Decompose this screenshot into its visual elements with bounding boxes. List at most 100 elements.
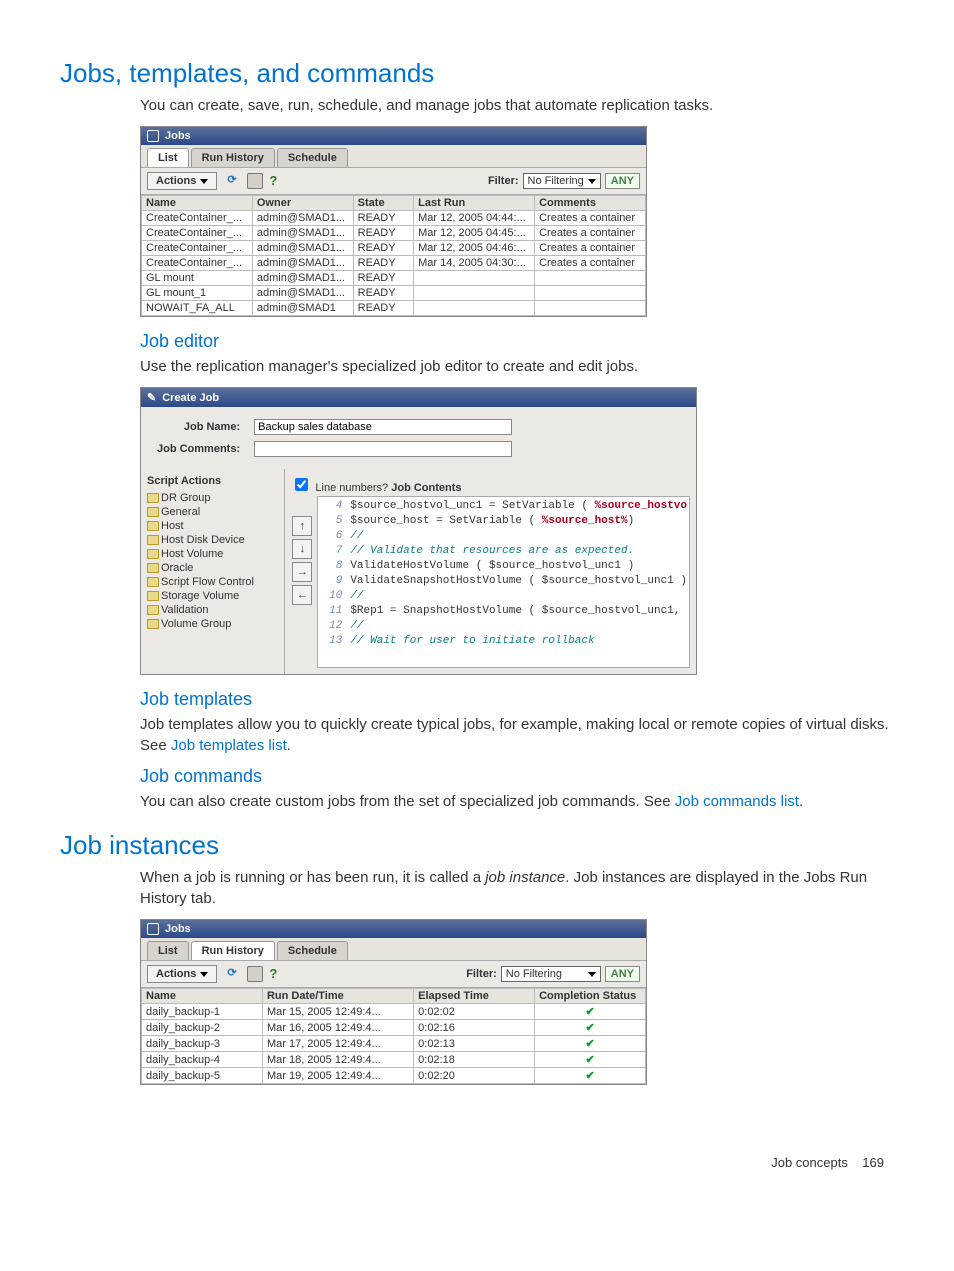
folder-item[interactable]: Validation bbox=[147, 603, 278, 617]
table-cell: Mar 19, 2005 12:49:4... bbox=[262, 1068, 413, 1084]
any-button[interactable]: ANY bbox=[605, 173, 640, 189]
table-cell: ✔ bbox=[535, 1004, 646, 1020]
move-down-button[interactable]: ↓ bbox=[292, 539, 312, 559]
table-row[interactable]: CreateContainer_...admin@SMAD1...READYMa… bbox=[142, 241, 646, 256]
filter-label: Filter: bbox=[466, 968, 497, 980]
table-cell: 0:02:20 bbox=[414, 1068, 535, 1084]
table-cell: ✔ bbox=[535, 1052, 646, 1068]
chevron-down-icon bbox=[200, 179, 208, 184]
folder-item[interactable]: Oracle bbox=[147, 561, 278, 575]
folder-item[interactable]: DR Group bbox=[147, 491, 278, 505]
column-header[interactable]: Owner bbox=[252, 196, 353, 211]
table-cell: NOWAIT_FA_ALL bbox=[142, 301, 253, 316]
check-icon: ✔ bbox=[585, 1006, 594, 1018]
hist-toolbar: Actions ⟳ ? Filter: No Filtering ANY bbox=[141, 961, 646, 988]
folder-item[interactable]: Storage Volume bbox=[147, 589, 278, 603]
refresh-icon[interactable]: ⟳ bbox=[227, 173, 241, 187]
jobs-tabs: List Run History Schedule bbox=[141, 145, 646, 168]
check-icon: ✔ bbox=[585, 1054, 594, 1066]
line-numbers-input[interactable] bbox=[295, 478, 308, 491]
column-header[interactable]: Run Date/Time bbox=[262, 989, 413, 1004]
actions-button[interactable]: Actions bbox=[147, 172, 217, 190]
line-number: 13 bbox=[318, 634, 342, 649]
tab-schedule[interactable]: Schedule bbox=[277, 148, 348, 167]
job-name-input[interactable] bbox=[254, 419, 512, 435]
table-row[interactable]: daily_backup-1Mar 15, 2005 12:49:4...0:0… bbox=[142, 1004, 646, 1020]
code-editor[interactable]: 45678910111213 $source_hostvol_unc1 = Se… bbox=[317, 496, 690, 668]
line-number: 12 bbox=[318, 619, 342, 634]
table-row[interactable]: CreateContainer_...admin@SMAD1...READYMa… bbox=[142, 211, 646, 226]
para-instances: When a job is running or has been run, i… bbox=[140, 867, 894, 909]
folder-item[interactable]: Volume Group bbox=[147, 617, 278, 631]
link-job-commands-list[interactable]: Job commands list bbox=[675, 793, 799, 810]
line-numbers-checkbox[interactable]: Line numbers? bbox=[291, 482, 391, 494]
refresh-icon[interactable]: ⟳ bbox=[227, 966, 241, 980]
print-icon[interactable] bbox=[247, 173, 263, 189]
column-header[interactable]: Name bbox=[142, 989, 263, 1004]
filter-value: No Filtering bbox=[506, 968, 562, 980]
table-cell: Creates a container bbox=[535, 241, 646, 256]
code-line: // bbox=[350, 529, 687, 544]
para-editor: Use the replication manager's specialize… bbox=[140, 356, 894, 377]
folder-item[interactable]: Host Disk Device bbox=[147, 533, 278, 547]
link-job-templates-list[interactable]: Job templates list bbox=[171, 737, 287, 754]
tab-run-history[interactable]: Run History bbox=[191, 148, 275, 167]
history-table: NameRun Date/TimeElapsed TimeCompletion … bbox=[141, 988, 646, 1084]
tab-run-history[interactable]: Run History bbox=[191, 941, 275, 960]
editor-icon: ✎ bbox=[147, 391, 156, 404]
column-header[interactable]: Elapsed Time bbox=[414, 989, 535, 1004]
table-cell: Mar 14, 2005 04:30:... bbox=[414, 256, 535, 271]
move-left-button[interactable]: ← bbox=[292, 585, 312, 605]
table-cell: daily_backup-4 bbox=[142, 1052, 263, 1068]
inst-text-italic: job instance bbox=[485, 869, 565, 886]
tab-schedule[interactable]: Schedule bbox=[277, 941, 348, 960]
job-comments-input[interactable] bbox=[254, 441, 512, 457]
table-row[interactable]: GL mount_1admin@SMAD1...READY bbox=[142, 286, 646, 301]
actions-button[interactable]: Actions bbox=[147, 965, 217, 983]
jobs-titlebar: Jobs bbox=[141, 127, 646, 145]
line-number: 7 bbox=[318, 544, 342, 559]
table-row[interactable]: CreateContainer_...admin@SMAD1...READYMa… bbox=[142, 256, 646, 271]
table-row[interactable]: daily_backup-3Mar 17, 2005 12:49:4...0:0… bbox=[142, 1036, 646, 1052]
print-icon[interactable] bbox=[247, 966, 263, 982]
tab-list[interactable]: List bbox=[147, 941, 189, 960]
table-row[interactable]: daily_backup-2Mar 16, 2005 12:49:4...0:0… bbox=[142, 1020, 646, 1036]
tab-list[interactable]: List bbox=[147, 148, 189, 167]
editor-titlebar: ✎ Create Job bbox=[141, 388, 696, 407]
column-header[interactable]: State bbox=[353, 196, 413, 211]
table-row[interactable]: CreateContainer_...admin@SMAD1...READYMa… bbox=[142, 226, 646, 241]
help-icon[interactable]: ? bbox=[269, 173, 283, 187]
table-cell: admin@SMAD1... bbox=[252, 256, 353, 271]
table-row[interactable]: NOWAIT_FA_ALLadmin@SMAD1READY bbox=[142, 301, 646, 316]
table-cell: READY bbox=[353, 211, 413, 226]
table-cell: admin@SMAD1... bbox=[252, 271, 353, 286]
move-up-button[interactable]: ↑ bbox=[292, 516, 312, 536]
column-header[interactable]: Last Run bbox=[414, 196, 535, 211]
table-cell: Creates a container bbox=[535, 226, 646, 241]
folder-item[interactable]: Host bbox=[147, 519, 278, 533]
column-header[interactable]: Comments bbox=[535, 196, 646, 211]
folder-item[interactable]: Script Flow Control bbox=[147, 575, 278, 589]
line-number: 11 bbox=[318, 604, 342, 619]
inst-text-a: When a job is running or has been run, i… bbox=[140, 869, 485, 886]
heading-job-templates: Job templates bbox=[140, 689, 894, 710]
code-line: // bbox=[350, 589, 687, 604]
table-cell: 0:02:02 bbox=[414, 1004, 535, 1020]
column-header[interactable]: Name bbox=[142, 196, 253, 211]
table-row[interactable]: GL mountadmin@SMAD1...READY bbox=[142, 271, 646, 286]
table-cell: Mar 12, 2005 04:44:... bbox=[414, 211, 535, 226]
table-row[interactable]: daily_backup-5Mar 19, 2005 12:49:4...0:0… bbox=[142, 1068, 646, 1084]
jobs-screenshot: Jobs List Run History Schedule Actions ⟳… bbox=[140, 126, 647, 317]
table-cell: daily_backup-5 bbox=[142, 1068, 263, 1084]
filter-select[interactable]: No Filtering bbox=[501, 966, 601, 982]
folder-item[interactable]: General bbox=[147, 505, 278, 519]
any-button[interactable]: ANY bbox=[605, 966, 640, 982]
filter-select[interactable]: No Filtering bbox=[523, 173, 601, 189]
move-right-button[interactable]: → bbox=[292, 562, 312, 582]
column-header[interactable]: Completion Status bbox=[535, 989, 646, 1004]
chevron-down-icon bbox=[588, 972, 596, 977]
heading-job-editor: Job editor bbox=[140, 331, 894, 352]
folder-item[interactable]: Host Volume bbox=[147, 547, 278, 561]
table-row[interactable]: daily_backup-4Mar 18, 2005 12:49:4...0:0… bbox=[142, 1052, 646, 1068]
help-icon[interactable]: ? bbox=[269, 966, 283, 980]
